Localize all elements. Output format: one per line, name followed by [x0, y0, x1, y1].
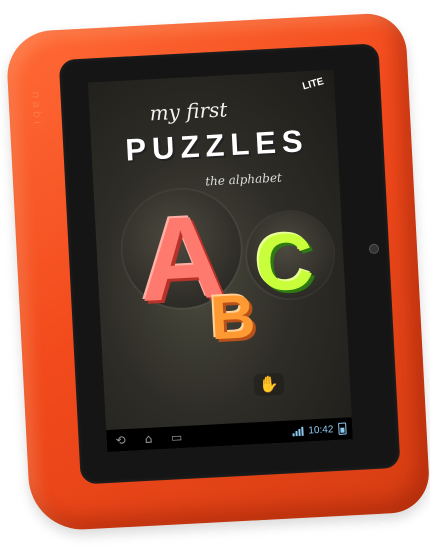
tablet-bezel: LITE my first PUZZLES the alphabet A C B… [58, 43, 401, 485]
hand-icon[interactable]: ✋ [253, 372, 285, 397]
home-icon[interactable]: ⌂ [134, 431, 163, 446]
title-top-line: my first [148, 97, 228, 126]
page-title: PUZZLES [124, 123, 310, 168]
tablet-case: nabi LITE my first PUZZLES the alphabet … [5, 11, 430, 533]
system-nav-bar: ⟲ ⌂ ▭ 10:42 [106, 417, 353, 453]
title-subtitle: the alphabet [204, 170, 283, 189]
lite-badge: LITE [301, 76, 326, 93]
clock-time: 10:42 [308, 423, 334, 436]
letter-b-puzzle[interactable]: B [209, 282, 257, 353]
recents-icon[interactable]: ▭ [162, 430, 191, 445]
app-screen[interactable]: LITE my first PUZZLES the alphabet A C B… [87, 69, 353, 453]
letter-c-puzzle[interactable]: C [253, 216, 315, 308]
signal-bars-icon [292, 426, 304, 436]
back-icon[interactable]: ⟲ [106, 433, 135, 448]
battery-icon [338, 422, 347, 435]
status-area: 10:42 [292, 422, 353, 437]
case-brand-logo: nabi [29, 90, 45, 128]
camera-sensor [368, 243, 380, 255]
